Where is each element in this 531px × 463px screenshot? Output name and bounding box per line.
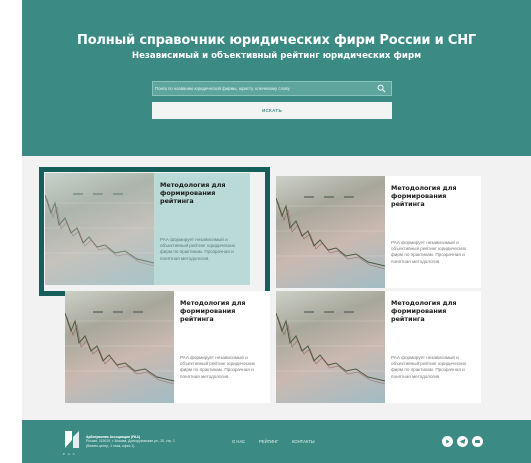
card-title: Методология для формирования рейтинга bbox=[391, 299, 457, 323]
methodology-cards: Методология для формирования рейтинга РА… bbox=[22, 156, 531, 420]
search-icon[interactable] bbox=[377, 84, 386, 93]
telegram-icon[interactable] bbox=[457, 436, 468, 447]
chart-image bbox=[65, 311, 174, 385]
organization-address: Россия, 119019, г. Москва, Долгоруковска… bbox=[86, 439, 175, 448]
card-text: РАА формирует независимый и объективный … bbox=[391, 355, 467, 379]
raa-logo[interactable] bbox=[65, 431, 79, 448]
card-text: РАА формирует независимый и объективный … bbox=[160, 237, 236, 261]
vk-icon[interactable] bbox=[472, 436, 483, 447]
card-text: РАА формирует независимый и объективный … bbox=[391, 240, 467, 264]
page-title: Полный справочник юридических фирм Росси… bbox=[77, 33, 476, 48]
card-methodology[interactable]: Методология для формирования рейтинга РА… bbox=[276, 291, 481, 403]
page-frame: Полный справочник юридических фирм Росси… bbox=[22, 0, 531, 463]
logo-caption: Р А А bbox=[63, 452, 76, 456]
card-methodology[interactable]: Методология для формирования рейтинга РА… bbox=[276, 176, 481, 288]
chart-image bbox=[45, 193, 154, 267]
chart-image bbox=[276, 311, 385, 385]
card-methodology[interactable]: Методология для формирования рейтинга РА… bbox=[45, 173, 250, 285]
footer-link-about[interactable]: О НАС bbox=[232, 439, 245, 444]
search-button[interactable]: ИСКАТЬ bbox=[152, 102, 392, 119]
footer-organization: Арбитражная Ассоциация (РАА) Россия, 119… bbox=[86, 435, 176, 448]
card-image bbox=[45, 173, 154, 285]
card-text: РАА формирует независимый и объективный … bbox=[180, 355, 256, 379]
chart-image bbox=[276, 196, 385, 270]
card-image bbox=[65, 291, 174, 403]
footer: Р А А Арбитражная Ассоциация (РАА) Росси… bbox=[22, 420, 531, 463]
hero-banner: Полный справочник юридических фирм Росси… bbox=[22, 0, 531, 156]
card-title: Методология для формирования рейтинга bbox=[160, 181, 226, 205]
footer-link-rating[interactable]: РЕЙТИНГ bbox=[259, 439, 278, 444]
card-methodology[interactable]: Методология для формирования рейтинга РА… bbox=[65, 291, 270, 403]
search-input[interactable] bbox=[155, 82, 375, 95]
page-subtitle: Независимый и объективный рейтинг юридич… bbox=[131, 51, 422, 61]
youtube-icon[interactable] bbox=[442, 436, 453, 447]
card-image bbox=[276, 176, 385, 288]
card-image bbox=[276, 291, 385, 403]
card-title: Методология для формирования рейтинга bbox=[391, 184, 457, 208]
card-title: Методология для формирования рейтинга bbox=[180, 299, 246, 323]
search-field bbox=[152, 81, 392, 96]
footer-link-contacts[interactable]: КОНТАКТЫ bbox=[292, 439, 315, 444]
